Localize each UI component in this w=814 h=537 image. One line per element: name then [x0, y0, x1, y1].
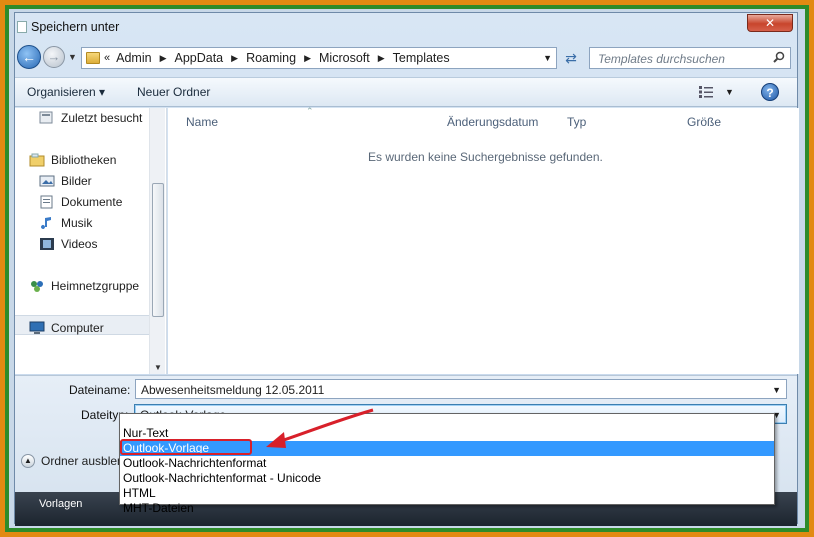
computer-icon	[29, 321, 45, 334]
sidebar-item-label: Zuletzt besucht	[61, 111, 143, 125]
column-header-date[interactable]: Änderungsdatum	[447, 115, 538, 129]
dropdown-option[interactable]: MHT-Dateien	[120, 501, 774, 515]
folder-icon	[86, 52, 100, 64]
forward-arrow-icon[interactable]: →	[43, 46, 65, 68]
sidebar-item-label: Videos	[61, 237, 98, 251]
column-header-name[interactable]: Name	[186, 115, 218, 129]
search-icon[interactable]	[773, 51, 785, 63]
sidebar-item-music[interactable]: Musik	[39, 216, 92, 230]
scroll-down-icon[interactable]: ▼	[154, 363, 162, 372]
pictures-icon	[39, 175, 55, 187]
command-toolbar: Organisieren ▾ Neuer Ordner ▼ ?	[15, 77, 797, 107]
sidebar-item-computer[interactable]: Computer	[29, 321, 104, 335]
view-options-icon[interactable]	[699, 86, 713, 98]
sidebar-scrollbar[interactable]: ▼	[149, 108, 165, 374]
chevron-down-icon[interactable]: ▼	[725, 87, 734, 97]
libraries-icon	[29, 153, 45, 167]
navigation-pane: Zuletzt besucht Bibliotheken Bilder Doku…	[15, 108, 167, 374]
chevron-right-icon[interactable]: ▶	[304, 53, 311, 64]
sidebar-item-label: Dokumente	[61, 195, 123, 209]
sidebar-item-label: Bibliotheken	[51, 153, 117, 167]
chevron-right-icon[interactable]: ▶	[231, 53, 238, 64]
close-button[interactable]: ✕	[747, 14, 793, 32]
title-bar: Speichern unter ✕	[15, 13, 797, 41]
sidebar-item-label: Bilder	[61, 174, 92, 188]
recent-places-icon	[39, 111, 53, 124]
refresh-icon[interactable]: ⇄	[560, 48, 582, 68]
sidebar-item-label: Musik	[61, 216, 93, 230]
dropdown-option[interactable]: Outlook-Nachrichtenformat	[120, 456, 774, 471]
breadcrumb-microsoft[interactable]: Microsoft	[319, 51, 370, 65]
filename-field[interactable]: Abwesenheitsmeldung 12.05.2011 ▼	[135, 379, 787, 399]
filename-label: Dateiname:	[69, 383, 131, 397]
sidebar-item-libraries[interactable]: Bibliotheken	[29, 153, 116, 167]
sidebar-item-documents[interactable]: Dokumente	[39, 195, 122, 209]
sidebar-item-recent[interactable]: Zuletzt besucht	[39, 111, 142, 125]
documents-icon	[40, 195, 53, 209]
music-icon	[41, 217, 51, 229]
breadcrumb-admin[interactable]: Admin	[116, 51, 151, 65]
search-input[interactable]: Templates durchsuchen	[589, 47, 791, 69]
taskbar-label: Vorlagen	[39, 498, 83, 510]
sort-indicator-icon: ⌃	[306, 106, 314, 116]
annotation-arrow-icon	[266, 408, 374, 448]
sidebar-item-homegroup[interactable]: Heimnetzgruppe	[29, 279, 139, 293]
document-icon	[17, 21, 27, 33]
chevron-down-icon[interactable]: ▼	[772, 385, 781, 395]
chevron-right-icon[interactable]: ▶	[378, 53, 385, 64]
file-list: Name ⌃ Änderungsdatum Typ Größe Es wurde…	[168, 106, 799, 374]
filename-value: Abwesenheitsmeldung 12.05.2011	[141, 383, 325, 397]
recent-pages-dropdown-icon[interactable]: ▼	[68, 52, 77, 62]
breadcrumb: « Admin ▶ AppData ▶ Roaming ▶ Microsoft …	[104, 51, 450, 65]
navigation-bar: ← → ▼ « Admin ▶ AppData ▶ Roaming ▶ Micr…	[15, 43, 797, 73]
empty-results-message: Es wurden keine Suchergebnisse gefunden.	[368, 150, 603, 164]
column-header-type[interactable]: Typ	[567, 115, 586, 129]
sidebar-item-label: Computer	[51, 321, 104, 335]
homegroup-icon	[31, 281, 43, 292]
organize-button[interactable]: Organisieren ▾	[27, 85, 105, 99]
dropdown-option[interactable]: Outlook-Nachrichtenformat - Unicode	[120, 471, 774, 486]
help-icon[interactable]: ?	[761, 83, 779, 101]
scrollbar-thumb[interactable]	[152, 183, 164, 317]
filetype-dropdown-list: Nur-Text Outlook-Vorlage Outlook-Nachric…	[119, 413, 775, 515]
search-placeholder: Templates durchsuchen	[598, 52, 725, 66]
breadcrumb-roaming[interactable]: Roaming	[246, 51, 296, 65]
breadcrumb-templates[interactable]: Templates	[393, 51, 450, 65]
sidebar-item-label: Heimnetzgruppe	[51, 279, 140, 293]
highlight-box	[120, 439, 252, 455]
window-title: Speichern unter	[31, 20, 120, 34]
chevron-down-icon[interactable]: ▼	[543, 53, 552, 63]
back-arrow-icon[interactable]: ←	[17, 45, 41, 69]
address-bar[interactable]: « Admin ▶ AppData ▶ Roaming ▶ Microsoft …	[81, 47, 557, 69]
chevron-up-icon: ▲	[21, 454, 35, 468]
column-header-size[interactable]: Größe	[687, 115, 721, 129]
breadcrumb-overflow[interactable]: «	[104, 52, 110, 64]
sidebar-item-videos[interactable]: Videos	[39, 237, 97, 251]
videos-icon	[40, 238, 54, 250]
sidebar-item-pictures[interactable]: Bilder	[39, 174, 92, 188]
new-folder-button[interactable]: Neuer Ordner	[137, 85, 210, 99]
dropdown-option[interactable]: HTML	[120, 486, 774, 501]
chevron-right-icon[interactable]: ▶	[160, 53, 167, 64]
breadcrumb-appdata[interactable]: AppData	[174, 51, 223, 65]
